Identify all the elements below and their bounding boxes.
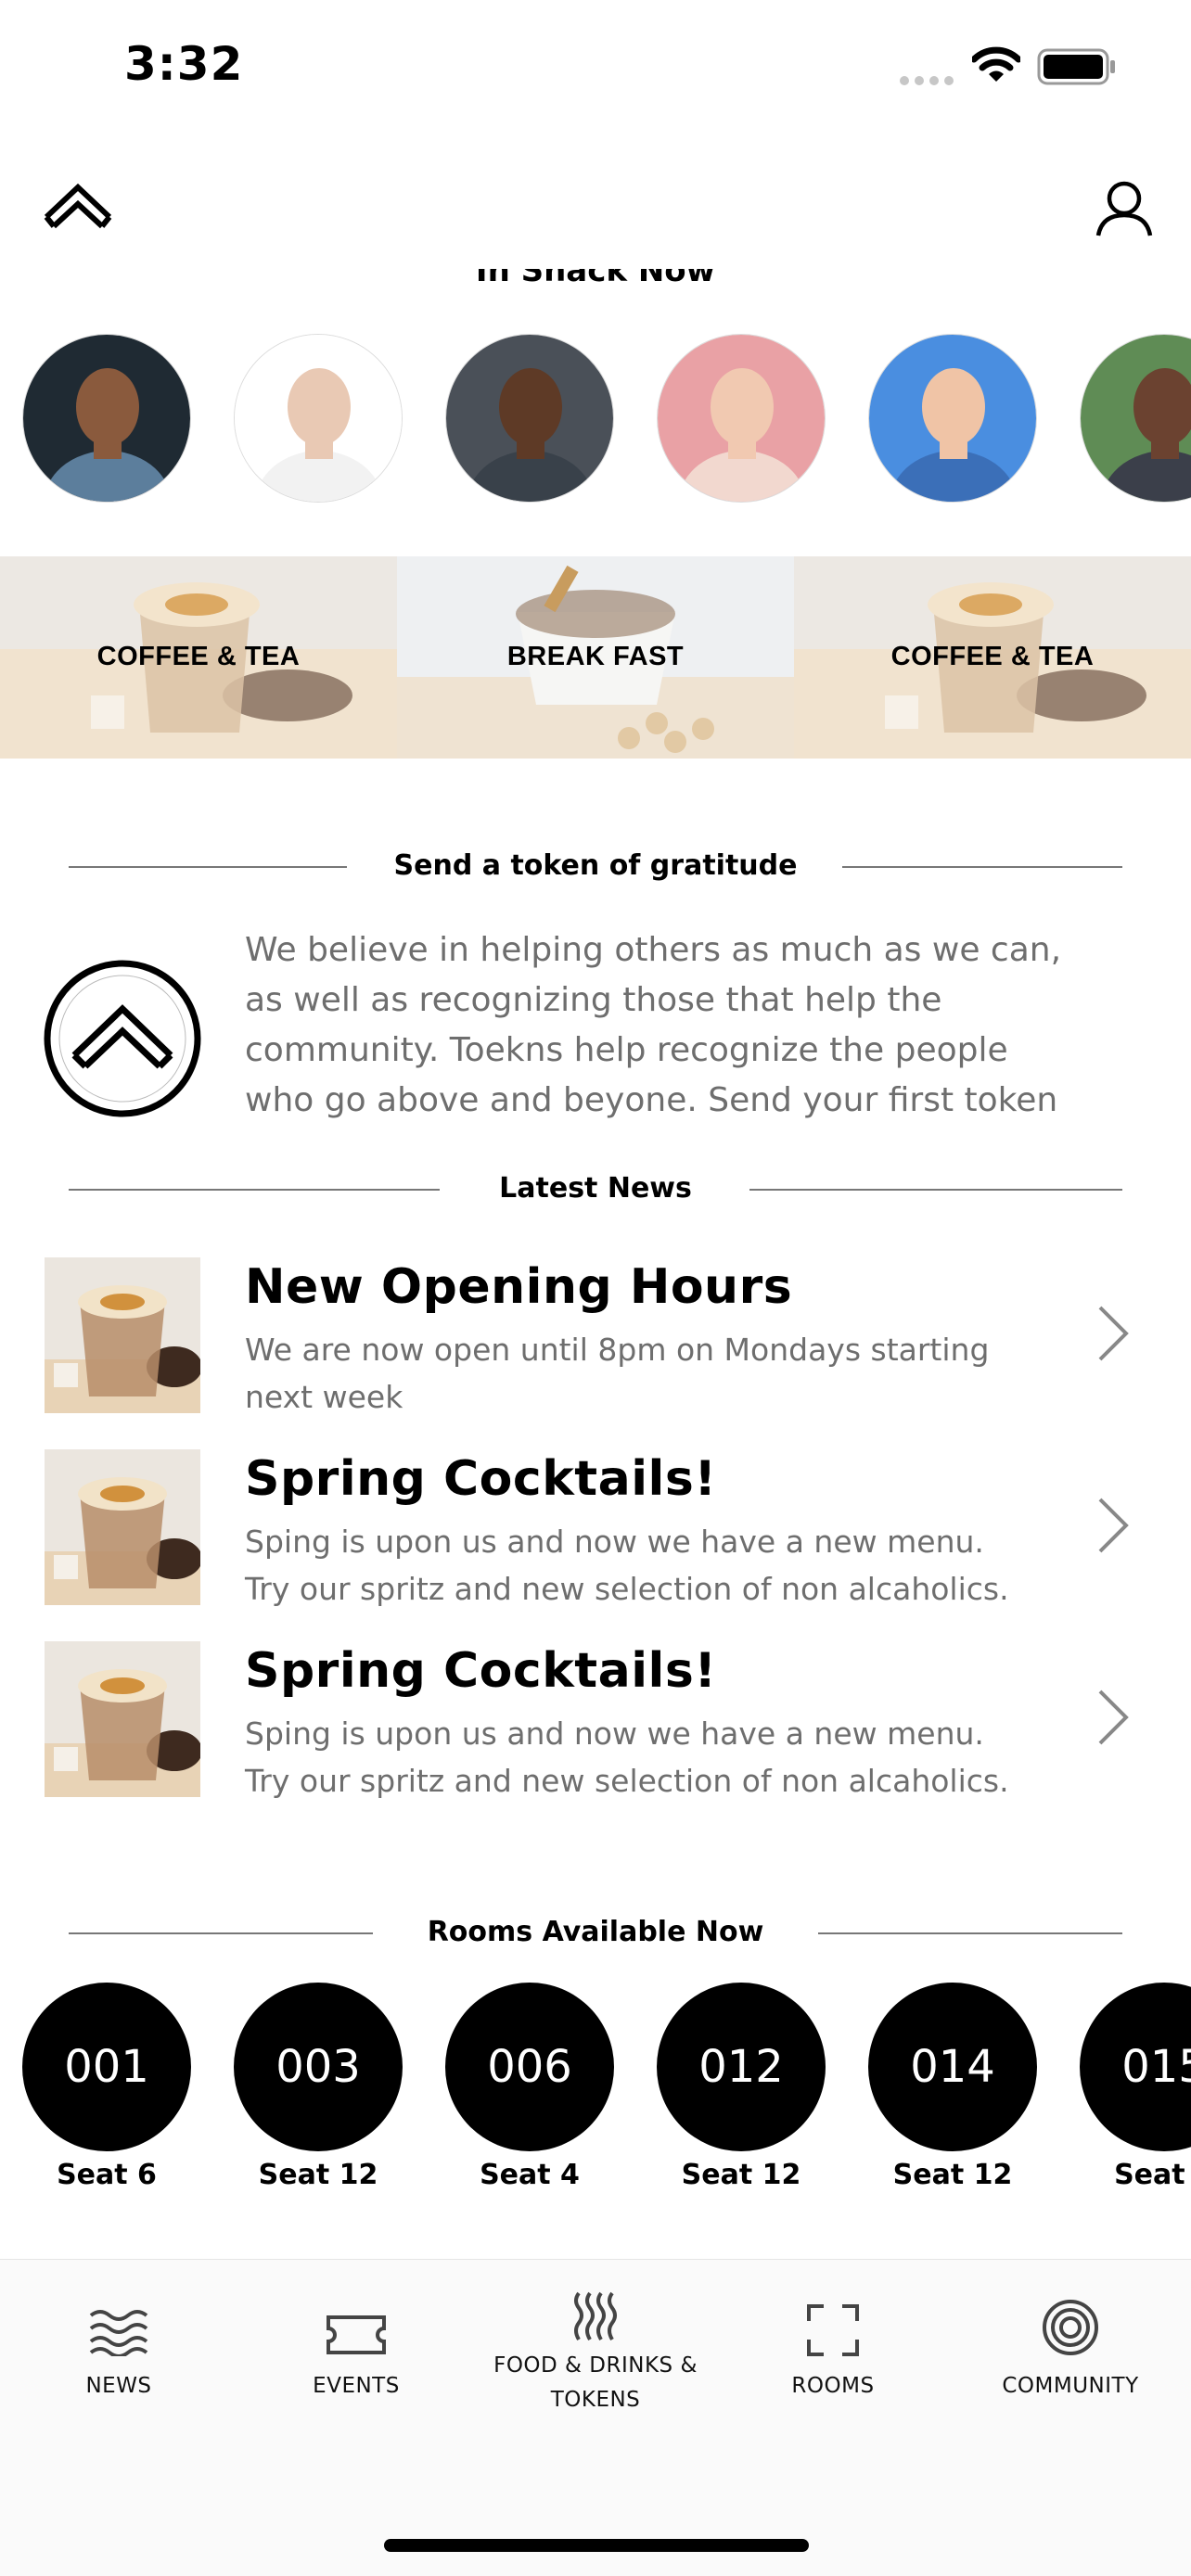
room-card[interactable]: 012 Seat 12 xyxy=(657,1983,826,2191)
tab-label: COMMUNITY xyxy=(1002,2374,1139,2398)
status-time: 3:32 xyxy=(124,37,244,91)
member-avatar[interactable] xyxy=(657,334,826,503)
category-breakfast[interactable]: BREAK FAST xyxy=(397,556,794,759)
gratitude-line: community. Toekns help recognize the peo… xyxy=(245,1031,1008,1069)
news-thumbnail xyxy=(45,1641,200,1797)
tab-label: FOOD & DRINKS & TOKENS xyxy=(477,2349,714,2417)
news-section-header: Latest News xyxy=(69,1170,1122,1207)
tab-news[interactable]: NEWS xyxy=(0,2293,237,2403)
news-item[interactable]: Spring Cocktails! Sping is upon us and no… xyxy=(0,1449,1191,1609)
room-number-badge: 003 xyxy=(234,1983,403,2151)
category-label: COFFEE & TEA xyxy=(890,642,1095,671)
category-label: COFFEE & TEA xyxy=(96,642,301,671)
category-label: BREAK FAST xyxy=(506,642,685,671)
tab-label: ROOMS xyxy=(791,2374,875,2398)
room-card[interactable]: 003 Seat 12 xyxy=(234,1983,403,2191)
room-number-badge: 014 xyxy=(868,1983,1037,2151)
room-card[interactable]: 001 Seat 6 xyxy=(22,1983,191,2191)
room-seat-count: Seat 4 xyxy=(480,2159,580,2191)
category-coffee-tea-2[interactable]: COFFEE & TEA xyxy=(794,556,1191,759)
room-number-badge: 015 xyxy=(1080,1983,1191,2151)
room-card[interactable]: 015 Seat 6 xyxy=(1080,1983,1191,2191)
news-item-line: We are now open until 8pm on Mondays sta… xyxy=(245,1332,990,1368)
frame-icon xyxy=(807,2304,859,2356)
member-avatar[interactable] xyxy=(22,334,191,503)
rooms-section-header: Rooms Available Now xyxy=(69,1914,1122,1951)
room-number-badge: 001 xyxy=(22,1983,191,2151)
gratitude-section-header: Send a token of gratitude xyxy=(69,848,1122,885)
news-thumbnail xyxy=(45,1257,200,1413)
waves-icon xyxy=(89,2310,148,2356)
tab-label-line-1: FOOD & DRINKS & xyxy=(493,2353,698,2378)
news-item-title: New Opening Hours xyxy=(245,1259,793,1315)
member-avatar[interactable] xyxy=(234,334,403,503)
cellular-signal-icon xyxy=(900,76,954,85)
member-avatar[interactable] xyxy=(445,334,614,503)
tab-label: EVENTS xyxy=(313,2374,400,2398)
chevron-logo-icon[interactable] xyxy=(43,182,113,234)
battery-icon xyxy=(1037,48,1115,85)
news-item-line: Sping is upon us and now we have a new m… xyxy=(245,1715,984,1752)
tab-events[interactable]: EVENTS xyxy=(237,2293,475,2403)
member-avatar[interactable] xyxy=(868,334,1037,503)
news-item-body: We are now open until 8pm on Mondays sta… xyxy=(245,1326,1043,1421)
tab-label: NEWS xyxy=(85,2374,152,2398)
news-item-line: Sping is upon us and now we have a new m… xyxy=(245,1524,984,1560)
tab-rooms[interactable]: ROOMS xyxy=(714,2293,952,2403)
status-bar: 3:32 xyxy=(0,0,1191,130)
chevron-right-icon[interactable] xyxy=(1095,1304,1132,1363)
room-seat-count: Seat 12 xyxy=(258,2159,378,2191)
room-seat-count: Seat 12 xyxy=(892,2159,1013,2191)
category-carousel[interactable]: COFFEE & TEA BREAK FAST COFFEE & TEA xyxy=(0,556,1191,759)
gratitude-description: We believe in helping others as much as … xyxy=(245,925,1080,1126)
gratitude-line: as well as recognizing those that help t… xyxy=(245,981,942,1019)
tab-food-drinks-tokens[interactable]: FOOD & DRINKS & TOKENS xyxy=(477,2291,714,2417)
news-item-line: Try our spritz and new selection of non … xyxy=(245,1763,1009,1799)
room-seat-count: Seat 6 xyxy=(1114,2159,1191,2191)
gratitude-line: who go above and beyone. Send your first… xyxy=(245,1081,1058,1119)
room-number-badge: 012 xyxy=(657,1983,826,2151)
in-shack-title-text: In Shack Now xyxy=(475,269,716,289)
rooms-carousel[interactable]: 001 Seat 6 003 Seat 12 006 Seat 4 012 Seat 12 01… xyxy=(0,1983,1191,2196)
gratitude-line: We believe in helping others as much as … xyxy=(245,931,1062,969)
profile-icon[interactable] xyxy=(1095,180,1154,239)
tab-bar: NEWS EVENTS FOOD & DRINKS & TOKENS ROOMS… xyxy=(0,2259,1191,2576)
in-shack-title: In Shack Now xyxy=(0,269,1191,297)
token-logo-icon[interactable] xyxy=(43,959,202,1118)
room-seat-count: Seat 12 xyxy=(681,2159,801,2191)
category-coffee-tea[interactable]: COFFEE & TEA xyxy=(0,556,397,759)
news-item-body: Sping is upon us and now we have a new m… xyxy=(245,1710,1043,1804)
tab-community[interactable]: COMMUNITY xyxy=(952,2293,1189,2403)
members-carousel[interactable] xyxy=(0,334,1191,503)
member-avatar[interactable] xyxy=(1080,334,1191,503)
news-item-line: next week xyxy=(245,1379,403,1415)
wifi-icon xyxy=(972,46,1020,82)
target-icon xyxy=(1043,2300,1098,2355)
news-item[interactable]: New Opening Hours We are now open until 8… xyxy=(0,1257,1191,1417)
tab-label-line-2: TOKENS xyxy=(550,2388,641,2412)
news-item[interactable]: Spring Cocktails! Sping is upon us and no… xyxy=(0,1641,1191,1801)
news-item-title: Spring Cocktails! xyxy=(245,1451,717,1507)
room-number-badge: 006 xyxy=(445,1983,614,2151)
room-seat-count: Seat 6 xyxy=(57,2159,157,2191)
steam-icon xyxy=(574,2291,617,2341)
ticket-icon xyxy=(327,2315,386,2354)
news-thumbnail xyxy=(45,1449,200,1605)
news-item-title: Spring Cocktails! xyxy=(245,1643,717,1699)
room-card[interactable]: 006 Seat 4 xyxy=(445,1983,614,2191)
chevron-right-icon[interactable] xyxy=(1095,1688,1132,1747)
room-card[interactable]: 014 Seat 12 xyxy=(868,1983,1037,2191)
news-item-body: Sping is upon us and now we have a new m… xyxy=(245,1518,1043,1613)
chevron-right-icon[interactable] xyxy=(1095,1496,1132,1555)
news-item-line: Try our spritz and new selection of non … xyxy=(245,1571,1009,1607)
home-indicator[interactable] xyxy=(384,2539,809,2552)
